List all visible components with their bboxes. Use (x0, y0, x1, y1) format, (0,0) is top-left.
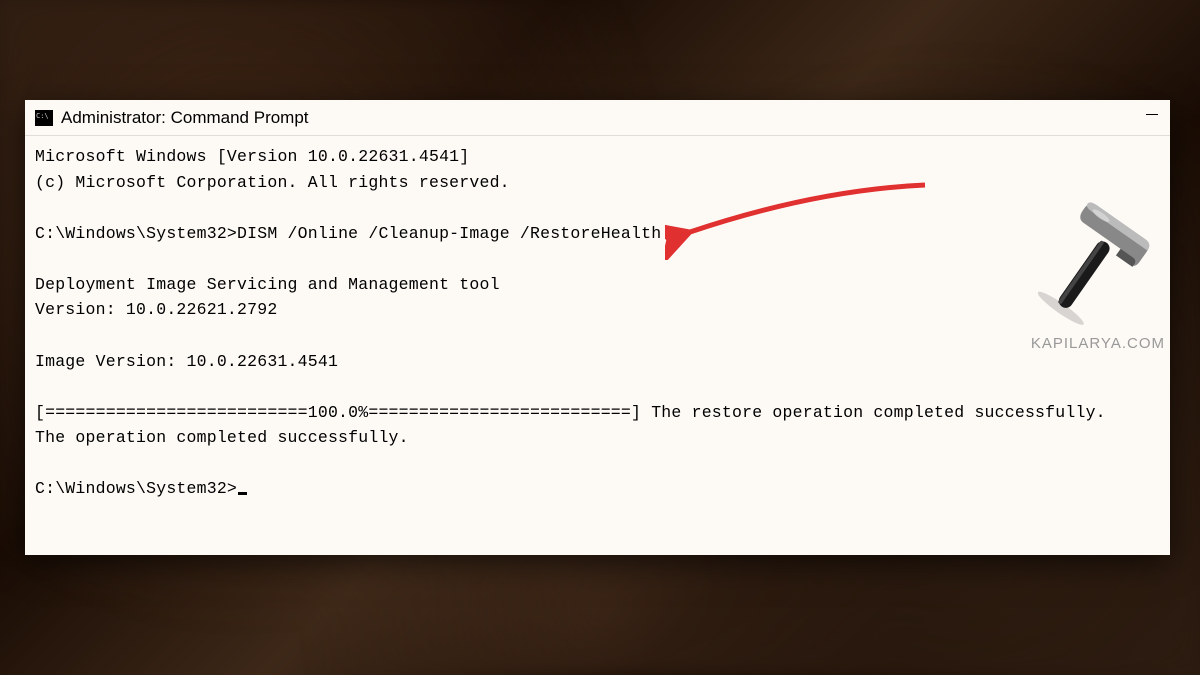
output-line: Version: 10.0.22621.2792 (35, 300, 277, 319)
command-prompt-window: Administrator: Command Prompt Microsoft … (25, 100, 1170, 555)
output-line: The operation completed successfully. (35, 428, 409, 447)
output-line: Image Version: 10.0.22631.4541 (35, 352, 338, 371)
terminal-output[interactable]: Microsoft Windows [Version 10.0.22631.45… (25, 136, 1170, 510)
output-line: [==========================100.0%=======… (35, 403, 1106, 422)
cmd-icon (35, 110, 53, 126)
watermark-text: KAPILARYA.COM (1031, 335, 1165, 352)
window-title: Administrator: Command Prompt (61, 108, 309, 128)
cursor (238, 492, 247, 495)
prompt: C:\Windows\System32> (35, 479, 237, 498)
output-line: (c) Microsoft Corporation. All rights re… (35, 173, 510, 192)
prompt: C:\Windows\System32> (35, 224, 237, 243)
output-line: Deployment Image Servicing and Managemen… (35, 275, 500, 294)
output-line: Microsoft Windows [Version 10.0.22631.45… (35, 147, 469, 166)
command-input: DISM /Online /Cleanup-Image /RestoreHeal… (237, 224, 661, 243)
annotation-arrow-icon (665, 170, 945, 260)
hammer-icon (1038, 195, 1158, 325)
minimize-button[interactable] (1146, 114, 1158, 115)
watermark: KAPILARYA.COM (1031, 195, 1165, 352)
titlebar[interactable]: Administrator: Command Prompt (25, 100, 1170, 136)
